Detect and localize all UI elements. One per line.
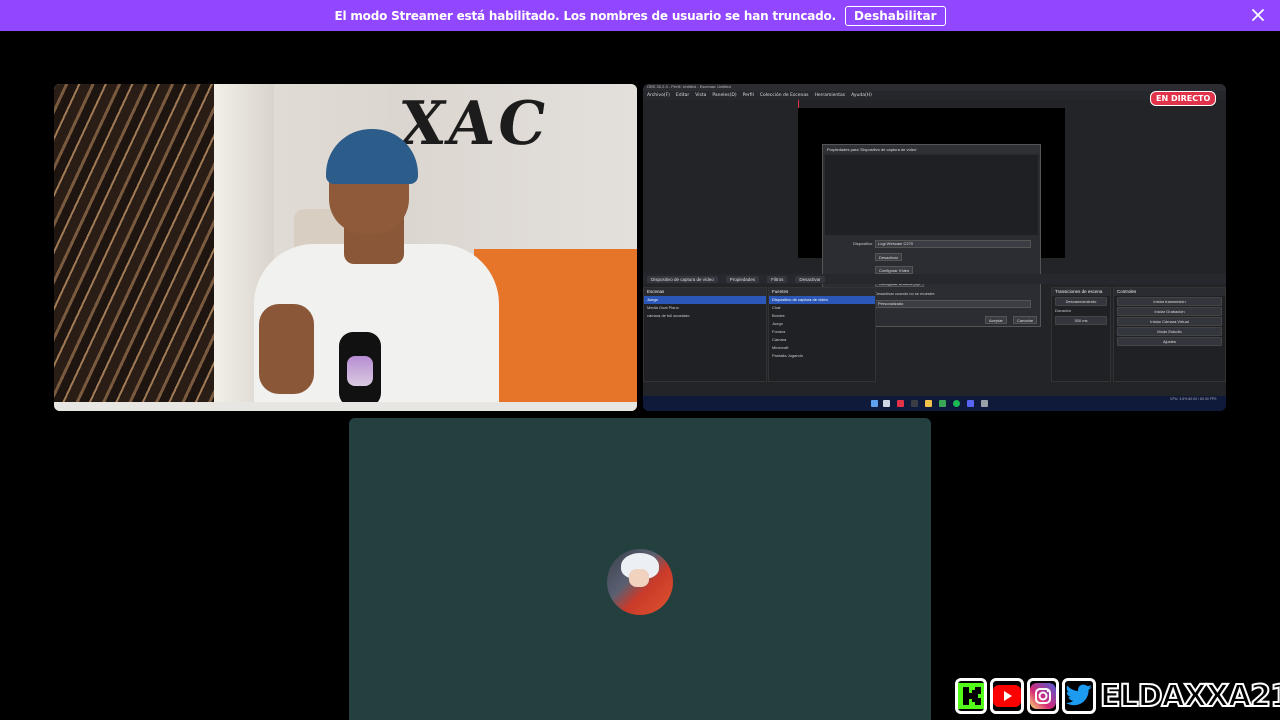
dock-tab[interactable]: Propiedades: [725, 275, 760, 283]
start-streaming-button[interactable]: Iniciar transmisión: [1117, 297, 1222, 306]
obs-window-title: OBS 30.2.3 - Perfil: Untitled - Escenas:…: [643, 84, 1226, 91]
close-icon[interactable]: [1250, 7, 1266, 23]
sources-panel: Fuentes Dispositivo de captura de vídeo …: [768, 287, 876, 382]
obs-menu-item[interactable]: Editar: [676, 93, 689, 98]
scene-item[interactable]: cámara de full acostado: [644, 312, 766, 320]
kick-icon: [955, 678, 987, 714]
youtube-icon: [990, 678, 1024, 714]
curtain: [54, 84, 214, 411]
transition-duration-input[interactable]: 300 ms: [1055, 316, 1107, 325]
obs-menu-item[interactable]: Ayuda(H): [851, 93, 872, 98]
twitter-icon: [1062, 678, 1096, 714]
transitions-panel: Transiciones de escena Desvanecimiento D…: [1051, 287, 1111, 382]
obs-app-icon[interactable]: [897, 400, 904, 407]
source-item[interactable]: Juego: [769, 320, 875, 328]
deactivate-checkbox[interactable]: Desactivar cuando no se muestre: [875, 291, 935, 296]
dock-tab[interactable]: Filtros: [767, 275, 788, 283]
controls-panel: Controles Iniciar transmisión Iniciar Gr…: [1113, 287, 1226, 382]
spotify-icon[interactable]: [953, 400, 960, 407]
dock-tab[interactable]: Desactivar: [795, 275, 825, 283]
resolution-select[interactable]: Personalizado: [875, 300, 1031, 308]
streamer-mode-banner: El modo Streamer está habilitado. Los no…: [0, 0, 1280, 31]
settings-button[interactable]: Ajustes: [1117, 337, 1222, 346]
microphone-light: [347, 356, 373, 386]
scene-item[interactable]: Media Goal Plano: [644, 304, 766, 312]
obs-menu-item[interactable]: Herramientas: [814, 93, 845, 98]
social-handles-overlay: ELDAXXA2121: [955, 676, 1280, 716]
taskbar-app-icon[interactable]: [911, 400, 918, 407]
discord-icon[interactable]: [967, 400, 974, 407]
participant-avatar: [607, 549, 673, 615]
banner-message: El modo Streamer está habilitado. Los no…: [334, 8, 836, 23]
disable-streamer-mode-button[interactable]: Deshabilitar: [844, 5, 946, 26]
dock-tab[interactable]: Dispositivo de captura de vídeo: [647, 275, 718, 283]
deactivate-button[interactable]: Desactivar: [875, 253, 902, 261]
source-item[interactable]: Chat: [769, 304, 875, 312]
obs-menu-item[interactable]: Colección de Escenas: [760, 93, 809, 98]
scenes-title: Escenas: [644, 288, 766, 296]
source-item[interactable]: Pantalla Jugando: [769, 352, 875, 360]
search-icon[interactable]: [883, 400, 890, 407]
dialog-title: Propiedades para 'Dispositivo de captura…: [823, 145, 1040, 153]
device-label: Dispositivo: [853, 241, 873, 246]
source-item[interactable]: Cámara: [769, 336, 875, 344]
transitions-title: Transiciones de escena: [1052, 288, 1110, 296]
sources-title: Fuentes: [769, 288, 875, 296]
chrome-icon[interactable]: [939, 400, 946, 407]
device-select[interactable]: Logi Webcam C270: [875, 240, 1031, 248]
file-explorer-icon[interactable]: [925, 400, 932, 407]
obs-status-text: CPU: 3.5% 60.00 / 60.00 FPS: [1170, 397, 1217, 401]
obs-menu-item[interactable]: Perfil: [743, 93, 754, 98]
streamer-handle: ELDAXXA2121: [1099, 678, 1280, 715]
windows-taskbar: [643, 396, 1226, 411]
person-arm: [259, 304, 314, 394]
start-menu-icon[interactable]: [871, 400, 878, 407]
dialog-preview: [825, 155, 1038, 235]
cancel-button[interactable]: Cancelar: [1013, 316, 1038, 324]
obs-menu-bar: Archivo(F) Editar Vista Paneles(D) Perfi…: [643, 91, 1226, 100]
source-item[interactable]: Dispositivo de captura de vídeo: [769, 296, 875, 304]
settings-app-icon[interactable]: [981, 400, 988, 407]
scene-item[interactable]: Juego: [644, 296, 766, 304]
dock-tabs: Dispositivo de captura de vídeo Propieda…: [643, 274, 1226, 284]
camera-video-tile[interactable]: XAC: [54, 84, 637, 411]
studio-mode-button[interactable]: Modo Estudio: [1117, 327, 1222, 336]
desk-edge: [54, 402, 637, 411]
obs-menu-item[interactable]: Vista: [695, 93, 706, 98]
avatar-face: [629, 569, 649, 587]
start-recording-button[interactable]: Iniciar Grabación: [1117, 307, 1222, 316]
live-badge: EN DIRECTO: [1150, 91, 1217, 106]
source-item[interactable]: Fondos: [769, 328, 875, 336]
controls-title: Controles: [1114, 288, 1225, 296]
accept-button[interactable]: Aceptar: [985, 316, 1007, 324]
instagram-icon: [1027, 678, 1059, 714]
obs-menu-item[interactable]: Archivo(F): [647, 93, 670, 98]
transition-type-select[interactable]: Desvanecimiento: [1055, 297, 1107, 306]
source-item[interactable]: Minecraft: [769, 344, 875, 352]
scenes-panel: Escenas Juego Media Goal Plano cámara de…: [643, 287, 767, 382]
obs-menu-item[interactable]: Paneles(D): [712, 93, 736, 98]
source-item[interactable]: Bordes: [769, 312, 875, 320]
start-virtual-camera-button[interactable]: Iniciar Cámara Virtual: [1117, 317, 1222, 326]
obs-window: OBS 30.2.3 - Perfil: Untitled - Escenas:…: [643, 84, 1226, 396]
wall-graffiti: XAC: [394, 89, 555, 159]
screen-share-tile[interactable]: OBS 30.2.3 - Perfil: Untitled - Escenas:…: [643, 84, 1226, 411]
configure-video-button[interactable]: Configurar Vídeo: [875, 266, 914, 274]
transition-duration-label: Duración: [1055, 308, 1072, 313]
